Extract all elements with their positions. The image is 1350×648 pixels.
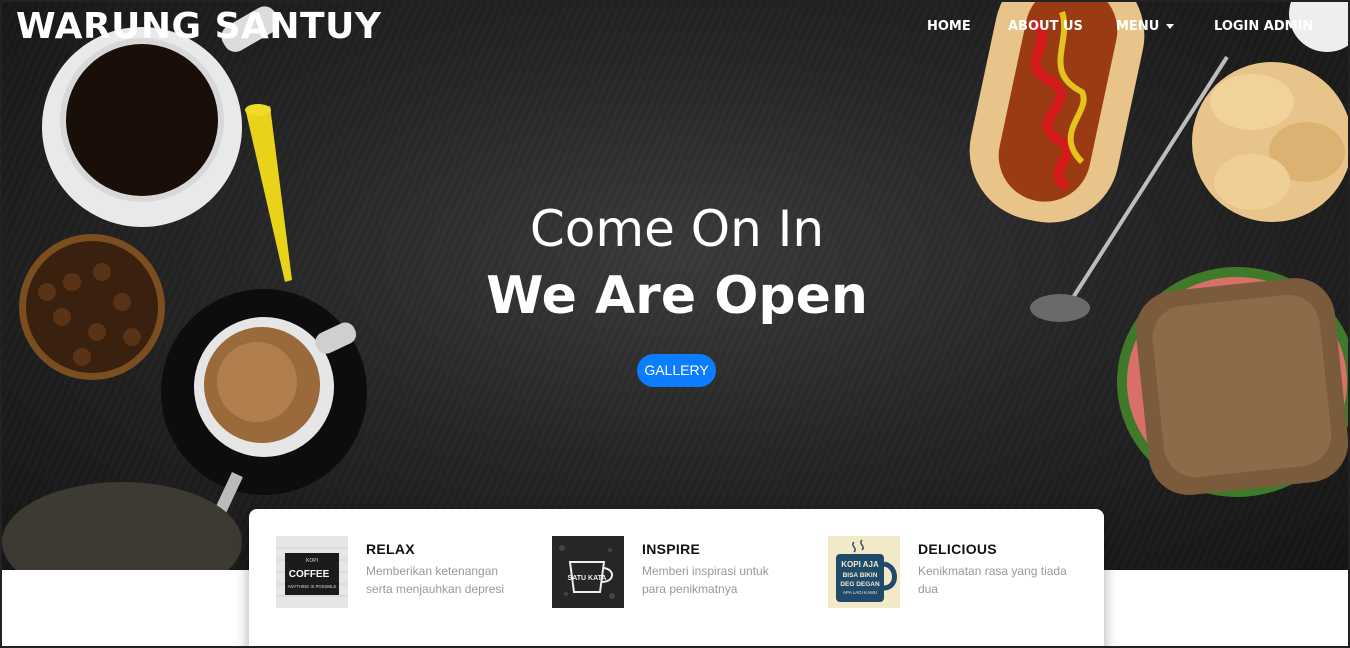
delicious-thumbnail: KOPI AJA BISA BIKIN DEG DEGAN APA LAGI K… <box>828 536 900 608</box>
svg-text:DEG DEGAN: DEG DEGAN <box>840 581 880 588</box>
potato-chips <box>1192 62 1348 222</box>
nav-login-admin[interactable]: LOGIN ADMIN <box>1214 19 1313 34</box>
feature-title: INSPIRE <box>642 541 701 557</box>
nav-menu-dropdown[interactable]: MENU <box>1116 19 1175 34</box>
svg-text:BISA BIKIN: BISA BIKIN <box>843 572 878 579</box>
svg-text:SATU KATA: SATU KATA <box>568 575 607 582</box>
feature-description: Memberi inspirasi untuk para penikmatnya <box>642 564 769 596</box>
caret-down-icon <box>1166 24 1175 29</box>
hero-heading: We Are Open <box>486 266 868 326</box>
feature-title: DELICIOUS <box>918 541 997 557</box>
mug-image: KOPI AJA BISA BIKIN DEG DEGAN APA LAGI K… <box>828 536 900 608</box>
main-nav: HOME ABOUT US MENU LOGIN ADMIN <box>2 19 1348 39</box>
feature-title: RELAX <box>366 541 415 557</box>
relax-thumbnail: KOPI COFFEE ANYTHING IS POSSIBLE <box>276 536 348 608</box>
hero-section: WARUNG SANTUY HOME ABOUT US MENU LOGIN A… <box>2 2 1348 570</box>
svg-text:COFFEE: COFFEE <box>289 569 330 580</box>
nav-home[interactable]: HOME <box>927 19 971 34</box>
hero-subheading: Come On In <box>529 200 825 258</box>
svg-text:KOPI AJA: KOPI AJA <box>841 560 879 569</box>
svg-text:ANYTHING IS POSSIBLE: ANYTHING IS POSSIBLE <box>288 584 337 589</box>
svg-text:KOPI: KOPI <box>306 558 318 564</box>
coffee-cup-image: SATU KATA <box>552 536 624 608</box>
features-card: KOPI COFFEE ANYTHING IS POSSIBLE RELAX M… <box>249 509 1104 646</box>
nav-menu-label: MENU <box>1116 19 1160 34</box>
nav-about-us[interactable]: ABOUT US <box>1008 19 1083 34</box>
feature-description: Kenikmatan rasa yang tiada dua <box>918 564 1067 596</box>
feature-inspire: SATU KATA INSPIRE Memberi inspirasi untu… <box>552 536 822 616</box>
page-frame: WARUNG SANTUY HOME ABOUT US MENU LOGIN A… <box>0 0 1350 648</box>
feature-description: Memberikan ketenangan serta menjauhkan d… <box>366 564 505 596</box>
feature-relax: KOPI COFFEE ANYTHING IS POSSIBLE RELAX M… <box>276 536 546 616</box>
inspire-thumbnail: SATU KATA <box>552 536 624 608</box>
svg-text:APA LAGI KAMU: APA LAGI KAMU <box>843 590 877 595</box>
gallery-button[interactable]: GALLERY <box>637 354 716 387</box>
feature-delicious: KOPI AJA BISA BIKIN DEG DEGAN APA LAGI K… <box>828 536 1098 616</box>
coffee-sign-image: KOPI COFFEE ANYTHING IS POSSIBLE <box>276 536 348 608</box>
